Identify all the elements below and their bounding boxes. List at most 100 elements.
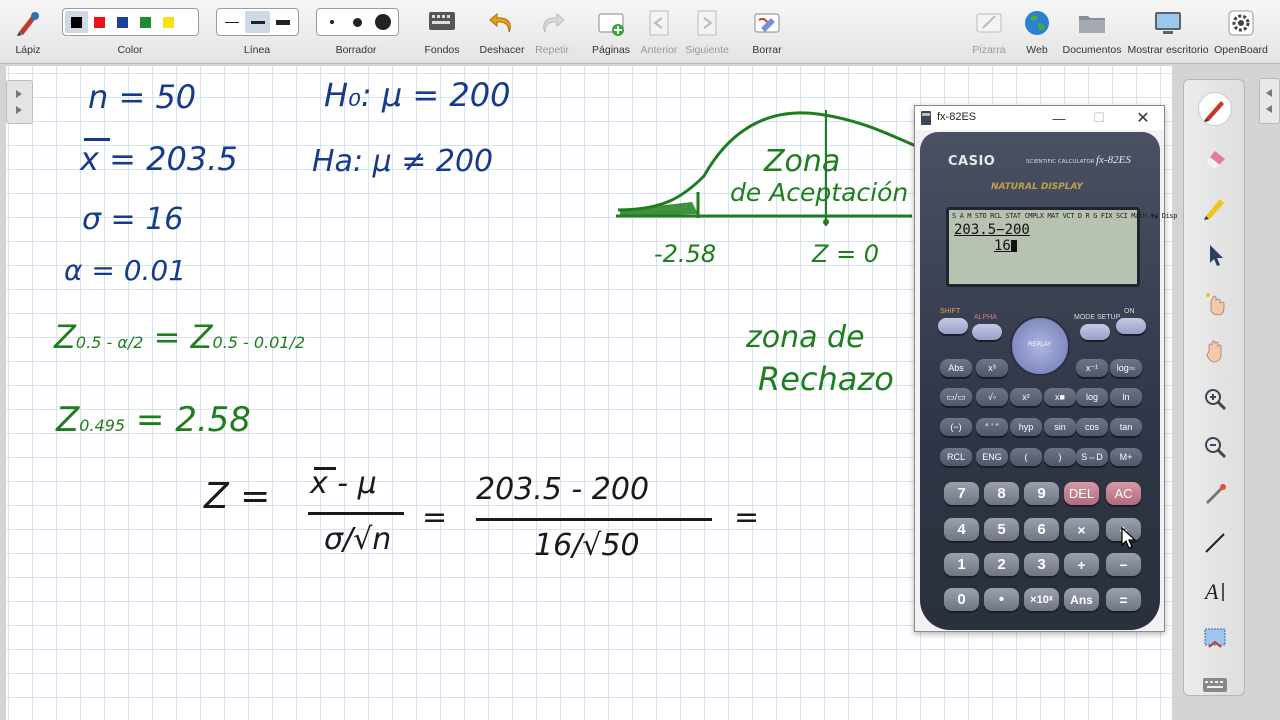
open-paren-key[interactable]: (	[1010, 448, 1042, 466]
documents-button[interactable]: Documentos	[1062, 4, 1122, 60]
palette-hand-button[interactable]	[1198, 334, 1232, 368]
given-xbar: x = 203.5	[80, 140, 238, 178]
mode-key[interactable]	[1080, 324, 1110, 340]
gear-icon	[1228, 10, 1254, 36]
palette-interact-button[interactable]	[1198, 286, 1232, 320]
palette-eraser-button[interactable]	[1198, 142, 1232, 176]
abs-key[interactable]: Abs	[940, 359, 972, 377]
del-key[interactable]: DEL	[1064, 482, 1099, 505]
degrees-key[interactable]: ° ' ''	[976, 418, 1008, 436]
z-formula-fraction-bar	[308, 512, 404, 515]
palette-line-button[interactable]	[1198, 526, 1232, 560]
cube-key[interactable]: x³	[976, 359, 1008, 377]
replay-dpad[interactable]: REPLAY	[1010, 316, 1070, 376]
desktop-label: Mostrar escritorio	[1127, 44, 1209, 56]
key-3[interactable]: 3	[1024, 553, 1059, 576]
key-2[interactable]: 2	[984, 553, 1019, 576]
shift-key[interactable]	[938, 318, 968, 334]
laser-pointer-icon	[1205, 484, 1226, 505]
decimal-key[interactable]: •	[984, 588, 1019, 611]
key-7[interactable]: 7	[944, 482, 979, 505]
key-9[interactable]: 9	[1024, 482, 1059, 505]
negative-key[interactable]: (−)	[940, 418, 972, 436]
pages-button[interactable]: Páginas	[588, 4, 634, 60]
key-0[interactable]: 0	[944, 588, 979, 611]
color-swatch-black[interactable]	[65, 11, 88, 33]
minimize-button[interactable]: —	[1041, 106, 1077, 130]
color-swatch-yellow[interactable]	[157, 11, 180, 33]
rcl-key[interactable]: RCL	[940, 448, 972, 466]
close-button[interactable]: ✕	[1125, 106, 1161, 130]
palette-text-button[interactable]: A	[1198, 574, 1232, 608]
sin-key[interactable]: sin	[1044, 418, 1076, 436]
calculator-body: CASIO SCIENTIFIC CALCULATOR fx-82ES NATU…	[920, 132, 1177, 630]
model-name: fx-82ES	[1096, 154, 1131, 166]
square-key[interactable]: x²	[1010, 388, 1042, 406]
exp-key[interactable]: ×10ˣ	[1024, 588, 1059, 611]
right-panel-toggle[interactable]	[1259, 78, 1280, 124]
alpha-key[interactable]	[972, 324, 1002, 340]
calculator-titlebar[interactable]: fx-82ES — ☐ ✕	[915, 106, 1164, 130]
show-desktop-button[interactable]: Mostrar escritorio	[1127, 4, 1209, 60]
palette-select-button[interactable]	[1198, 238, 1232, 272]
previous-page-button[interactable]: Anterior	[636, 4, 682, 60]
key-1[interactable]: 1	[944, 553, 979, 576]
calculator-window[interactable]: fx-82ES — ☐ ✕ CASIO SCIENTIFIC CALCULATO…	[914, 105, 1177, 632]
monitor-icon	[1155, 12, 1181, 34]
power-key[interactable]: x■	[1044, 388, 1076, 406]
undo-button[interactable]: Deshacer	[478, 4, 526, 60]
m-plus-key[interactable]: M+	[1110, 448, 1142, 466]
erase-label: Borrar	[752, 44, 782, 56]
equals-key[interactable]: =	[1106, 588, 1141, 611]
s-to-d-key[interactable]: S⇔D	[1076, 448, 1108, 466]
ac-key[interactable]: AC	[1106, 482, 1141, 505]
palette-capture-button[interactable]	[1198, 622, 1232, 656]
redo-button[interactable]: Repetir	[528, 4, 576, 60]
folder-icon	[1079, 16, 1105, 33]
hyp-key[interactable]: hyp	[1010, 418, 1042, 436]
board-mode-button[interactable]: Pizarra	[966, 4, 1012, 60]
close-paren-key[interactable]: )	[1044, 448, 1076, 466]
add-key[interactable]: +	[1064, 553, 1099, 576]
log-key[interactable]: log	[1076, 388, 1108, 406]
backgrounds-button[interactable]: Fondos	[418, 4, 466, 60]
chevron-right-icon	[16, 90, 22, 114]
palette-zoom-out-button[interactable]	[1198, 430, 1232, 464]
maximize-button[interactable]: ☐	[1081, 106, 1117, 130]
key-4[interactable]: 4	[944, 518, 979, 541]
ans-key[interactable]: Ans	[1064, 588, 1099, 611]
palette-pen-button[interactable]	[1198, 92, 1232, 126]
erase-button[interactable]: Borrar	[744, 4, 790, 60]
on-key[interactable]	[1116, 318, 1146, 334]
next-page-button[interactable]: Siguiente	[684, 4, 730, 60]
log-base-key[interactable]: log▫▫	[1110, 359, 1142, 377]
palette-zoom-in-button[interactable]	[1198, 382, 1232, 416]
formula-xbar-overline	[314, 467, 336, 470]
key-6[interactable]: 6	[1024, 518, 1059, 541]
calculator-app-icon	[921, 111, 931, 125]
text-icon: A	[1203, 579, 1224, 604]
key-5[interactable]: 5	[984, 518, 1019, 541]
tan-key[interactable]: tan	[1110, 418, 1142, 436]
reciprocal-key[interactable]: x⁻¹	[1076, 359, 1108, 377]
calculator-window-title: fx-82ES	[937, 111, 977, 123]
palette-laser-button[interactable]	[1198, 478, 1232, 512]
openboard-menu-button[interactable]: OpenBoard	[1214, 4, 1268, 60]
subtract-key[interactable]: −	[1106, 553, 1141, 576]
multiply-key[interactable]: ×	[1064, 518, 1099, 541]
cos-key[interactable]: cos	[1076, 418, 1108, 436]
xbar-overline	[84, 138, 110, 141]
palette-highlighter-button[interactable]	[1198, 190, 1232, 224]
fraction-key[interactable]: ▭/▭	[940, 388, 972, 406]
palette-keyboard-button[interactable]	[1198, 668, 1232, 702]
left-panel-toggle[interactable]	[6, 80, 33, 124]
key-8[interactable]: 8	[984, 482, 1019, 505]
model-line: SCIENTIFIC CALCULATOR	[1026, 159, 1095, 165]
alpha-key-label: ALPHA	[974, 314, 997, 321]
given-sigma: σ = 16	[82, 202, 184, 237]
pen-tool[interactable]: Lápiz	[6, 4, 50, 60]
eng-key[interactable]: ENG	[976, 448, 1008, 466]
ln-key[interactable]: ln	[1110, 388, 1142, 406]
sqrt-key[interactable]: √▫	[976, 388, 1008, 406]
web-button[interactable]: Web	[1014, 4, 1060, 60]
